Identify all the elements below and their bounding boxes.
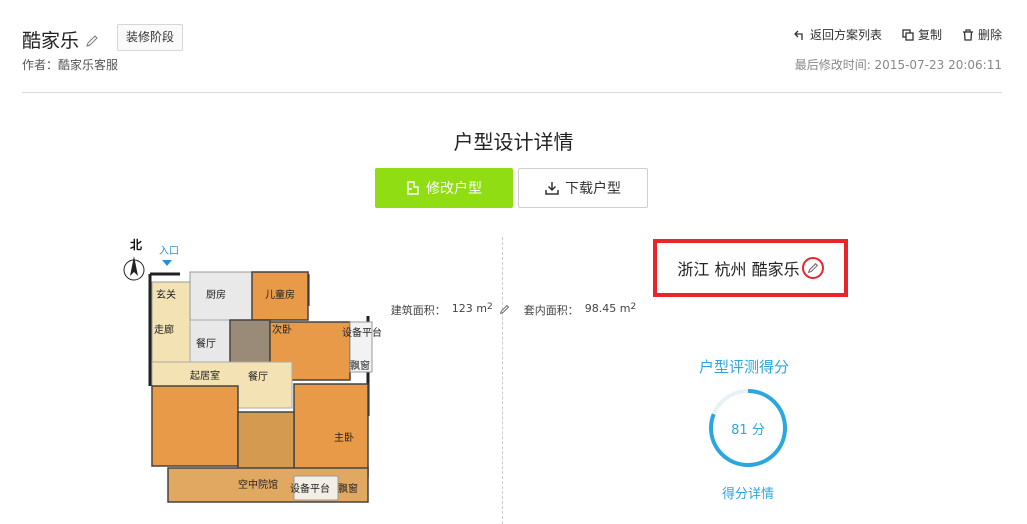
copy-icon <box>902 28 914 41</box>
room-dining-2: 餐厅 <box>248 372 268 383</box>
room-equipment-platform-2: 设备平台 <box>290 484 330 495</box>
edit-area-icon[interactable] <box>499 304 510 315</box>
entrance-label: 入口 <box>159 246 179 257</box>
download-floorplan-button[interactable]: 下载户型 <box>518 168 648 208</box>
room-bay-window-1: 飘窗 <box>350 361 370 372</box>
room-bay-window-2: 飘窗 <box>338 484 358 495</box>
page-header: 酷家乐 装修阶段 作者：酷家乐客服 返回方案列表 复制 删除 最后修改时间: 2… <box>22 20 1002 92</box>
room-kitchen: 厨房 <box>206 290 226 301</box>
floorplan-image: 北 入口 玄关 厨房 儿童房 走廊 餐厅 次卧 设备平台 飘窗 起居室 餐厅 主… <box>118 236 398 524</box>
inner-area-label: 套内面积： <box>523 304 579 317</box>
section-title: 户型设计详情 <box>453 130 574 154</box>
decoration-stage-button[interactable]: 装修阶段 <box>117 24 184 51</box>
back-to-list-label: 返回方案列表 <box>809 28 882 42</box>
area-row: 建筑面积： 123 m2 套内面积： 98.45 m2 <box>0 302 1027 318</box>
room-kids: 儿童房 <box>265 290 295 301</box>
delete-label: 删除 <box>977 28 1002 42</box>
compass-north-label: 北 <box>130 238 143 252</box>
download-floorplan-label: 下载户型 <box>565 181 621 197</box>
header-actions: 返回方案列表 复制 删除 <box>794 26 1002 43</box>
download-icon <box>545 182 559 195</box>
return-icon <box>794 30 803 40</box>
building-area-value: 123 m <box>451 302 488 315</box>
room-sky-garden: 空中院馆 <box>238 480 278 491</box>
location-text: 浙江 杭州 酷家乐 <box>677 260 800 279</box>
trash-icon <box>962 28 973 41</box>
score-value: 81 分 <box>731 422 765 438</box>
room-equipment-platform-1: 设备平台 <box>342 328 382 339</box>
building-area-label: 建筑面积： <box>390 304 446 317</box>
room-master-bedroom: 主卧 <box>334 433 354 444</box>
room-living: 起居室 <box>190 371 220 382</box>
copy-link[interactable]: 复制 <box>902 26 942 43</box>
room-corridor: 走廊 <box>154 325 174 336</box>
edit-floorplan-button[interactable]: 修改户型 <box>375 168 513 208</box>
location-highlight-box: 浙江 杭州 酷家乐 <box>653 239 848 297</box>
compass-icon <box>123 256 145 281</box>
score-detail-link[interactable]: 得分详情 <box>708 483 788 502</box>
title-row: 酷家乐 <box>22 26 99 53</box>
building-area-unit-sup: 2 <box>487 302 493 312</box>
floorplan-edit-icon <box>407 181 419 195</box>
copy-label: 复制 <box>917 28 942 42</box>
edit-location-button[interactable] <box>801 257 824 279</box>
back-to-list-link[interactable]: 返回方案列表 <box>794 26 882 43</box>
edit-floorplan-label: 修改户型 <box>426 181 482 197</box>
inner-area-value: 98.45 m <box>584 302 631 315</box>
inner-area-unit-sup: 2 <box>630 302 637 312</box>
room-foyer: 玄关 <box>156 290 176 301</box>
score-title: 户型评测得分 <box>699 358 790 376</box>
room-dining: 餐厅 <box>196 339 216 350</box>
last-modified-text: 最后修改时间: 2015-07-23 20:06:11 <box>794 58 1002 72</box>
entrance-arrow-icon <box>162 260 172 266</box>
room-second-bedroom: 次卧 <box>272 325 292 336</box>
panel-divider <box>502 237 503 524</box>
delete-link[interactable]: 删除 <box>962 26 1002 43</box>
pencil-icon <box>807 262 818 274</box>
edit-title-icon[interactable] <box>85 33 99 47</box>
author-text: 作者：酷家乐客服 <box>22 58 119 72</box>
plan-title: 酷家乐 <box>22 30 80 52</box>
header-divider <box>22 92 1002 93</box>
